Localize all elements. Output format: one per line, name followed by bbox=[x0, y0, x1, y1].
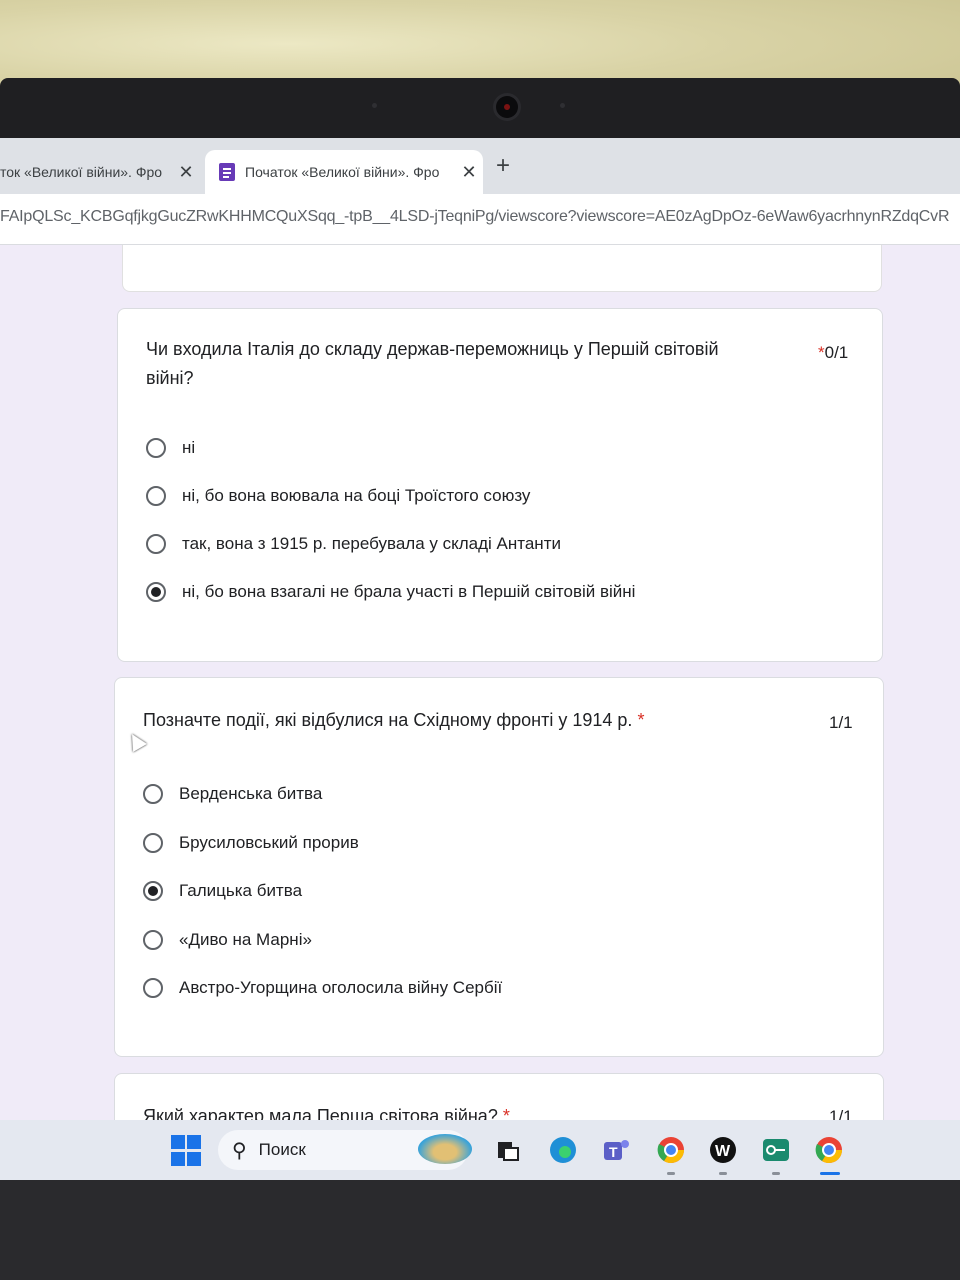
close-icon[interactable]: ✕ bbox=[455, 162, 483, 183]
option-label: Австро-Угорщина оголосила війну Сербії bbox=[179, 978, 503, 997]
radio-button-checked[interactable] bbox=[143, 881, 163, 901]
radio-option[interactable]: ні, бо вона воювала на боці Троїстого со… bbox=[146, 486, 530, 506]
svg-text:T: T bbox=[609, 1144, 618, 1160]
close-icon[interactable]: ✕ bbox=[172, 162, 200, 183]
option-label: так, вона з 1915 р. перебувала у складі … bbox=[182, 534, 561, 553]
option-label: Брусиловський прорив bbox=[179, 833, 359, 852]
webcam bbox=[496, 96, 518, 118]
radio-button[interactable] bbox=[146, 534, 166, 554]
url-text[interactable]: FAIpQLSc_KCBGqfjkgGucZRwKHHMCQuXSqq_-tpB… bbox=[0, 208, 960, 226]
browser-tab-bar: ток «Великої війни». Фро ✕ Початок «Вели… bbox=[0, 138, 960, 194]
tab-title: Початок «Великої війни». Фро bbox=[245, 164, 440, 180]
teams-icon[interactable]: T bbox=[600, 1134, 632, 1166]
question-title: Позначте події, які відбулися на Східном… bbox=[143, 710, 645, 730]
browser-tab-active[interactable]: Початок «Великої війни». Фро ✕ bbox=[205, 150, 483, 194]
w-app-icon[interactable]: W bbox=[707, 1134, 739, 1166]
radio-button[interactable] bbox=[146, 486, 166, 506]
running-indicator bbox=[667, 1172, 675, 1175]
radio-option[interactable]: Австро-Угорщина оголосила війну Сербії bbox=[143, 978, 502, 998]
question-card: Чи входила Італія до складу держав-перем… bbox=[117, 308, 883, 662]
radio-option[interactable]: «Диво на Марні» bbox=[143, 930, 312, 950]
radio-button[interactable] bbox=[143, 784, 163, 804]
google-forms-icon bbox=[219, 163, 235, 181]
search-label: Поиск bbox=[258, 1140, 306, 1159]
option-label: ні, бо вона взагалі не брала участі в Пе… bbox=[182, 582, 636, 601]
running-indicator bbox=[772, 1172, 780, 1175]
question-score: 1/1 bbox=[829, 713, 853, 732]
taskbar: ⚲ Поиск T W bbox=[0, 1120, 960, 1180]
radio-button[interactable] bbox=[146, 438, 166, 458]
active-app-indicator bbox=[820, 1172, 840, 1175]
option-label: ні, бо вона воювала на боці Троїстого со… bbox=[182, 486, 531, 505]
new-tab-button[interactable]: + bbox=[496, 152, 510, 180]
radio-option[interactable]: так, вона з 1915 р. перебувала у складі … bbox=[146, 534, 561, 554]
option-label: Галицька битва bbox=[179, 881, 303, 900]
form-content: Чи входила Італія до складу держав-перем… bbox=[0, 245, 960, 1180]
question-card: Позначте події, які відбулися на Східном… bbox=[114, 677, 884, 1057]
radio-button[interactable] bbox=[143, 930, 163, 950]
password-manager-icon[interactable] bbox=[760, 1134, 792, 1166]
radio-option[interactable]: ні bbox=[146, 438, 195, 458]
option-label: «Диво на Марні» bbox=[179, 930, 312, 949]
question-score: *0/1 bbox=[818, 343, 849, 362]
tab-title: ток «Великої війни». Фро bbox=[0, 164, 163, 180]
chrome-icon[interactable] bbox=[813, 1134, 845, 1166]
widgets-island-icon[interactable] bbox=[418, 1134, 472, 1164]
laptop-top-bezel bbox=[0, 78, 960, 138]
radio-button-checked[interactable] bbox=[146, 582, 166, 602]
sensor-dot bbox=[560, 103, 565, 108]
radio-option-selected[interactable]: ні, бо вона взагалі не брала участі в Пе… bbox=[146, 582, 635, 602]
search-icon: ⚲ bbox=[232, 1139, 247, 1162]
windows-start-icon[interactable] bbox=[170, 1134, 202, 1166]
radio-option[interactable]: Верденська битва bbox=[143, 784, 322, 804]
option-label: Верденська битва bbox=[179, 784, 323, 803]
radio-button[interactable] bbox=[143, 833, 163, 853]
running-indicator bbox=[719, 1172, 727, 1175]
sensor-dot bbox=[372, 103, 377, 108]
browser-tab[interactable]: ток «Великої війни». Фро ✕ bbox=[0, 150, 200, 194]
chrome-profile-icon[interactable] bbox=[655, 1134, 687, 1166]
edge-icon[interactable] bbox=[547, 1134, 579, 1166]
radio-option-selected[interactable]: Галицька битва bbox=[143, 881, 302, 901]
option-label: ні bbox=[182, 438, 196, 457]
radio-option[interactable]: Брусиловський прорив bbox=[143, 833, 359, 853]
screen: ток «Великої війни». Фро ✕ Початок «Вели… bbox=[0, 138, 960, 1180]
svg-text:W: W bbox=[715, 1143, 731, 1160]
previous-question-card bbox=[122, 245, 882, 292]
radio-button[interactable] bbox=[143, 978, 163, 998]
question-title: Чи входила Італія до складу держав-перем… bbox=[146, 339, 719, 388]
laptop-bottom-bezel bbox=[0, 1180, 960, 1280]
task-view-icon[interactable] bbox=[492, 1134, 524, 1166]
address-bar[interactable]: FAIpQLSc_KCBGqfjkgGucZRwKHHMCQuXSqq_-tpB… bbox=[0, 194, 960, 245]
